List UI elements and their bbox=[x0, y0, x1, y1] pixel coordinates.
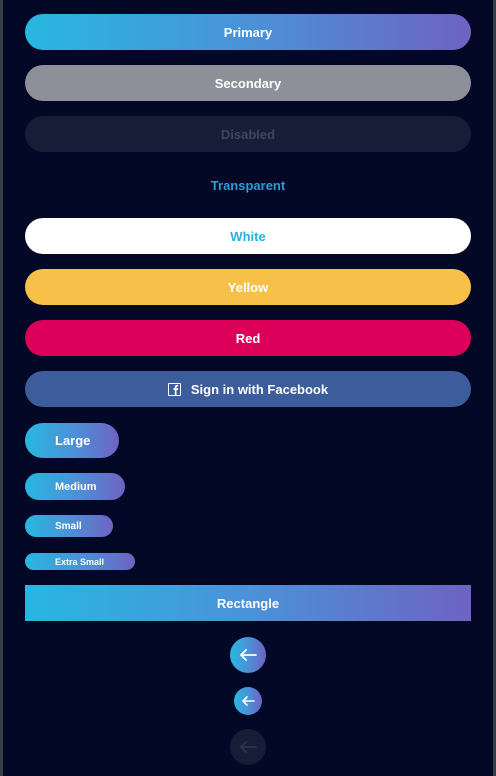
window-frame-left bbox=[0, 0, 3, 776]
back-button-disabled bbox=[230, 729, 266, 765]
facebook-signin-button[interactable]: Sign in with Facebook bbox=[25, 371, 471, 407]
facebook-signin-label: Sign in with Facebook bbox=[190, 381, 329, 397]
extra-small-button[interactable]: Extra Small bbox=[25, 553, 135, 570]
red-button[interactable]: Red bbox=[25, 320, 471, 356]
arrow-left-icon bbox=[242, 696, 255, 706]
medium-button[interactable]: Medium bbox=[25, 473, 125, 500]
disabled-button: Disabled bbox=[25, 116, 471, 152]
transparent-button[interactable]: Transparent bbox=[25, 167, 471, 203]
large-button[interactable]: Large bbox=[25, 423, 119, 458]
back-button-medium[interactable] bbox=[234, 687, 262, 715]
facebook-icon bbox=[167, 382, 181, 396]
arrow-left-icon bbox=[240, 649, 257, 661]
arrow-left-icon bbox=[240, 741, 257, 753]
back-button-large[interactable] bbox=[230, 637, 266, 673]
white-button[interactable]: White bbox=[25, 218, 471, 254]
rectangle-button[interactable]: Rectangle bbox=[25, 585, 471, 621]
yellow-button[interactable]: Yellow bbox=[25, 269, 471, 305]
secondary-button[interactable]: Secondary bbox=[25, 65, 471, 101]
small-button[interactable]: Small bbox=[25, 515, 113, 537]
primary-button[interactable]: Primary bbox=[25, 14, 471, 50]
